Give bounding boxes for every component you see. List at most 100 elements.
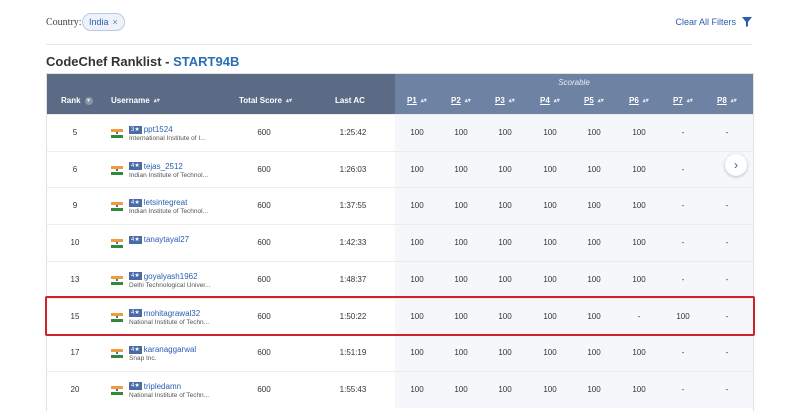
header-problem-5[interactable]: P5 ▴▾ (584, 96, 604, 105)
problem-score-cell: - (725, 128, 729, 137)
user-cell: 4★ tejas_2512 Indian Institute of Technol.… (111, 162, 208, 179)
problem-score-cell: 100 (454, 201, 468, 211)
problem-score-cell: - (681, 164, 685, 174)
sort-icon[interactable]: ▴▾ (598, 97, 604, 104)
star-rating-badge: 4★ (129, 162, 142, 171)
star-rating-badge: 3★ (129, 125, 142, 134)
header-last-ac: Last AC (335, 96, 365, 105)
header-problem-3[interactable]: P3 ▴▾ (495, 96, 515, 105)
last-ac-cell: 1:26:03 (339, 164, 367, 174)
close-icon[interactable]: × (113, 14, 118, 30)
india-flag-icon (111, 349, 123, 359)
institution-text: Snap Inc. (129, 355, 157, 363)
header-problem-1[interactable]: P1 ▴▾ (407, 96, 427, 105)
header-problem-7[interactable]: P7 ▴▾ (673, 96, 693, 105)
username-link[interactable]: tripledamn (144, 382, 181, 391)
problem-score-cell: 100 (498, 384, 512, 394)
total-score-cell: 600 (257, 274, 271, 284)
problem-score-cell: 100 (498, 164, 512, 174)
problem-score-cell: 100 (587, 164, 601, 174)
clear-all-filters-button[interactable]: Clear All Filters (675, 17, 752, 27)
total-score-cell: 600 (257, 164, 271, 174)
problem-score-cell: 100 (632, 201, 646, 211)
page-title: CodeChef Ranklist - START94B (46, 54, 239, 69)
header-total-score[interactable]: Total Score ▴▾ (239, 96, 292, 105)
problem-score-cell: 100 (498, 128, 512, 137)
user-cell: 4★ goyalyash1962 Delhi Technological Unive… (111, 272, 211, 289)
header-problem-2[interactable]: P2 ▴▾ (451, 96, 471, 105)
username-link[interactable]: tejas_2512 (144, 162, 183, 171)
table-row: 9 4★ letsintegreat Indian Institute of Tech… (47, 187, 753, 225)
problem-score-cell: 100 (632, 238, 646, 248)
problem-score-cell: 100 (632, 384, 646, 394)
problem-score-cell: 100 (498, 274, 512, 284)
header-problem-4[interactable]: P4 ▴▾ (540, 96, 560, 105)
rank-cell: 20 (70, 384, 80, 394)
sort-icon[interactable]: ▴▾ (643, 97, 649, 104)
problem-score-cell: 100 (632, 274, 646, 284)
table-row: 5 3★ ppt1524 International Institute of I..… (47, 114, 753, 151)
table-row: 13 4★ goyalyash1962 Delhi Technological Uni… (47, 260, 753, 298)
institution-text: Indian Institute of Technol... (129, 208, 209, 216)
problem-score-cell: - (725, 238, 729, 248)
problem-score-cell: 100 (454, 384, 468, 394)
problem-score-cell: 100 (543, 164, 557, 174)
problem-score-cell: - (681, 128, 685, 137)
header-problem-6[interactable]: P6 ▴▾ (629, 96, 649, 105)
problem-score-cell: - (681, 201, 685, 211)
problem-score-cell: 100 (543, 384, 557, 394)
problem-score-cell: 100 (587, 238, 601, 248)
username-link[interactable]: goyalyash1962 (144, 272, 198, 281)
india-flag-icon (111, 202, 123, 212)
problem-score-cell: 100 (587, 128, 601, 137)
problem-score-cell: 100 (454, 238, 468, 248)
sort-icon[interactable]: ▾ (84, 96, 93, 105)
problem-score-cell: 100 (498, 201, 512, 211)
institution-text: International Institute of I... (129, 135, 206, 142)
sort-icon[interactable]: ▴▾ (465, 97, 471, 104)
india-flag-icon (111, 385, 123, 395)
problem-score-cell: 100 (454, 274, 468, 284)
ranklist-table: Rank ▾ Username ▴▾ Total Score ▴▾ Last AC S… (46, 73, 754, 411)
problem-score-cell: 100 (454, 164, 468, 174)
sort-icon[interactable]: ▴▾ (554, 97, 560, 104)
sort-icon[interactable]: ▴▾ (286, 97, 292, 104)
problem-score-cell: 100 (454, 128, 468, 137)
table-header-right: Scorable P1 ▴▾ P2 ▴▾ P3 ▴▾ P4 ▴▾ P5 ▴▾ P6 ▴▾ P7 ▴▾ P8 ▴… (395, 74, 753, 114)
username-link[interactable]: tanaytayal27 (144, 235, 189, 244)
user-cell: 4★ tanaytayal27 (111, 235, 189, 249)
user-cell: 4★ karanaggarwal Snap Inc. (111, 345, 196, 362)
filter-bar: Country: India × Clear All Filters (46, 10, 752, 45)
sort-icon[interactable]: ▴▾ (687, 97, 693, 104)
country-chip-label: India (89, 17, 109, 27)
rank-cell: 13 (70, 274, 80, 284)
header-username[interactable]: Username ▴▾ (111, 96, 160, 105)
country-filter-chip[interactable]: India × (82, 13, 125, 31)
india-flag-icon (111, 239, 123, 249)
problem-score-cell: 100 (410, 238, 424, 248)
username-link[interactable]: karanaggarwal (144, 345, 196, 354)
sort-icon[interactable]: ▴▾ (154, 97, 160, 104)
problem-score-cell: 100 (543, 348, 557, 358)
user-cell: 4★ tripledamn National Institute of Techn.… (111, 382, 209, 399)
scroll-right-button[interactable]: › (725, 154, 747, 176)
table-row: 20 4★ tripledamn National Institute of Tech… (47, 370, 753, 408)
header-problem-8[interactable]: P8 ▴▾ (717, 96, 737, 105)
sort-icon[interactable]: ▴▾ (421, 97, 427, 104)
india-flag-icon (111, 275, 123, 285)
sort-icon[interactable]: ▴▾ (731, 97, 737, 104)
total-score-cell: 600 (257, 238, 271, 248)
star-rating-badge: 4★ (129, 235, 142, 244)
problem-score-cell: - (725, 201, 729, 211)
username-link[interactable]: ppt1524 (144, 125, 173, 134)
india-flag-icon (111, 129, 123, 138)
total-score-cell: 600 (257, 348, 271, 358)
problem-score-cell: 100 (454, 348, 468, 358)
contest-code: START94B (173, 54, 240, 69)
username-link[interactable]: letsintegreat (144, 198, 188, 207)
sort-icon[interactable]: ▴▾ (509, 97, 515, 104)
header-rank[interactable]: Rank ▾ (61, 96, 93, 105)
chevron-right-icon: › (734, 158, 738, 172)
highlighted-row-outline (45, 296, 755, 336)
table-header-left: Rank ▾ Username ▴▾ Total Score ▴▾ Last AC (47, 74, 395, 114)
